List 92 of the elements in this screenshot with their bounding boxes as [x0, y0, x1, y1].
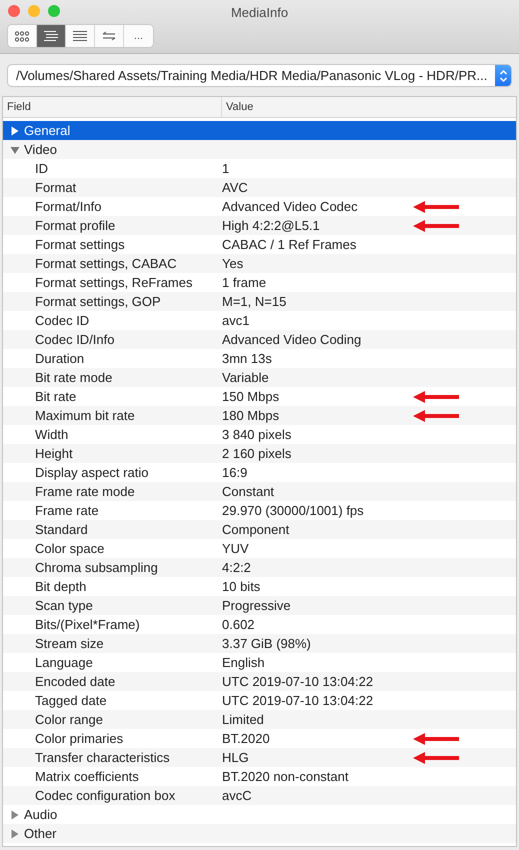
expand-triangle-icon[interactable]: [10, 810, 20, 820]
field-cell-text: Codec ID/Info: [34, 332, 116, 347]
value-cell: UTC 2019-07-10 13:04:22: [222, 674, 374, 689]
value-cell: Yes: [222, 256, 244, 271]
section-row[interactable]: Video: [3, 140, 516, 159]
value-cell: 16:9: [222, 465, 248, 480]
field-cell-text: Matrix coefficients: [34, 769, 140, 784]
value-cell: Component: [222, 522, 290, 537]
field-cell-text: Format settings, ReFrames: [34, 275, 194, 290]
field-cell-text: Frame rate: [34, 503, 100, 518]
indented-list-icon: [43, 30, 59, 42]
field-cell-text: Format/Info: [34, 199, 102, 214]
value-cell: Advanced Video Codec: [222, 199, 358, 214]
value-cell: 0.602: [222, 617, 255, 632]
field-cell-text: Color space: [34, 541, 106, 556]
column-header[interactable]: Field: [3, 97, 222, 117]
field-cell-text: Format settings, GOP: [34, 294, 162, 309]
value-cell: 3.37 GiB (98%): [222, 636, 311, 651]
value-cell: 10 bits: [222, 579, 260, 594]
field-cell-text: Transfer characteristics: [34, 750, 171, 765]
value-cell: Variable: [222, 370, 269, 385]
field-cell-text: Stream size: [34, 636, 105, 651]
expand-triangle-icon[interactable]: [10, 828, 20, 838]
field-cell-text: Bit rate: [34, 389, 78, 404]
value-cell: avcC: [222, 788, 252, 803]
swap-arrows-icon: [102, 31, 116, 41]
value-cell: English: [222, 655, 265, 670]
value-cell: M=1, N=15: [222, 294, 286, 309]
section-row[interactable]: General: [3, 121, 516, 140]
close-button[interactable]: [8, 5, 20, 17]
path-dropdown[interactable]: /Volumes/Shared Assets/Training Media/HDR Media/Panasonic VLog - HDR/PR...: [8, 65, 511, 86]
field-cell-text: Standard: [34, 522, 89, 537]
section-row[interactable]: Other: [3, 824, 516, 843]
value-cell: 1 frame: [222, 275, 266, 290]
field-cell-text: Bits/(Pixel*Frame): [34, 617, 141, 632]
field-cell-text: Display aspect ratio: [34, 465, 150, 480]
value-cell: avc1: [222, 313, 250, 328]
grid-view-button[interactable]: [8, 25, 37, 47]
field-cell-text: Color range: [34, 712, 104, 727]
value-cell: 4:2:2: [222, 560, 251, 575]
section-name: Audio: [24, 807, 58, 822]
field-cell-text: Format settings: [34, 237, 126, 252]
value-cell: UTC 2019-07-10 13:04:22: [222, 693, 374, 708]
value-cell: 29.970 (30000/1001) fps: [222, 503, 364, 518]
value-cell: High 4:2:2@L5.1: [222, 218, 320, 233]
field-cell-text: Frame rate mode: [34, 484, 136, 499]
field-cell-text: Color primaries: [34, 731, 124, 746]
value-cell: 150 Mbps: [222, 389, 280, 404]
value-cell: Limited: [222, 712, 264, 727]
field-cell-text: Language: [34, 655, 94, 670]
tree-view-button[interactable]: [37, 25, 66, 47]
value-cell: Constant: [222, 484, 274, 499]
field-cell-text: Height: [34, 446, 74, 461]
field-cell-text: ID: [34, 161, 49, 176]
value-cell: AVC: [222, 180, 248, 195]
collapse-triangle-icon[interactable]: [10, 144, 20, 154]
value-cell: 3mn 13s: [222, 351, 272, 366]
value-cell: 180 Mbps: [222, 408, 280, 423]
lines-icon: [72, 30, 88, 42]
value-cell: HLG: [222, 750, 249, 765]
field-cell-text: Bit depth: [34, 579, 88, 594]
window-title: MediaInfo: [230, 4, 288, 20]
value-cell: 3 840 pixels: [222, 427, 292, 442]
field-cell-text: Bit rate mode: [34, 370, 114, 385]
expand-triangle-icon[interactable]: [10, 126, 20, 136]
value-cell: BT.2020: [222, 731, 270, 746]
value-cell: YUV: [222, 541, 249, 556]
field-cell-text: Format: [34, 180, 78, 195]
grid-icon: [15, 30, 29, 42]
section-row[interactable]: Audio: [3, 805, 516, 824]
value-cell: Progressive: [222, 598, 291, 613]
value-cell: BT.2020 non-constant: [222, 769, 348, 784]
value-cell: Advanced Video Coding: [222, 332, 362, 347]
field-cell-text: Maximum bit rate: [34, 408, 136, 423]
field-cell-text: Width: [34, 427, 70, 442]
dropdown-arrows-icon: [495, 65, 511, 86]
section-name: Video: [24, 142, 58, 157]
section-name: Other: [24, 826, 57, 841]
value-cell: CABAC / 1 Ref Frames: [222, 237, 356, 252]
field-cell-text: Codec configuration box: [34, 788, 176, 803]
field-cell-text: Codec ID: [34, 313, 90, 328]
value-cell: 1: [222, 161, 230, 176]
column-header[interactable]: Value: [222, 97, 254, 117]
value-cell: 2 160 pixels: [222, 446, 292, 461]
section-name: General: [24, 123, 70, 138]
field-cell-text: Format settings, CABAC: [34, 256, 178, 271]
field-cell-text: Duration: [34, 351, 86, 366]
field-cell-text: Scan type: [34, 598, 94, 613]
field-cell-text: Format profile: [34, 218, 116, 233]
field-cell-text: Chroma subsampling: [34, 560, 159, 575]
field-cell-text: Tagged date: [34, 693, 108, 708]
field-cell-text: Encoded date: [34, 674, 116, 689]
